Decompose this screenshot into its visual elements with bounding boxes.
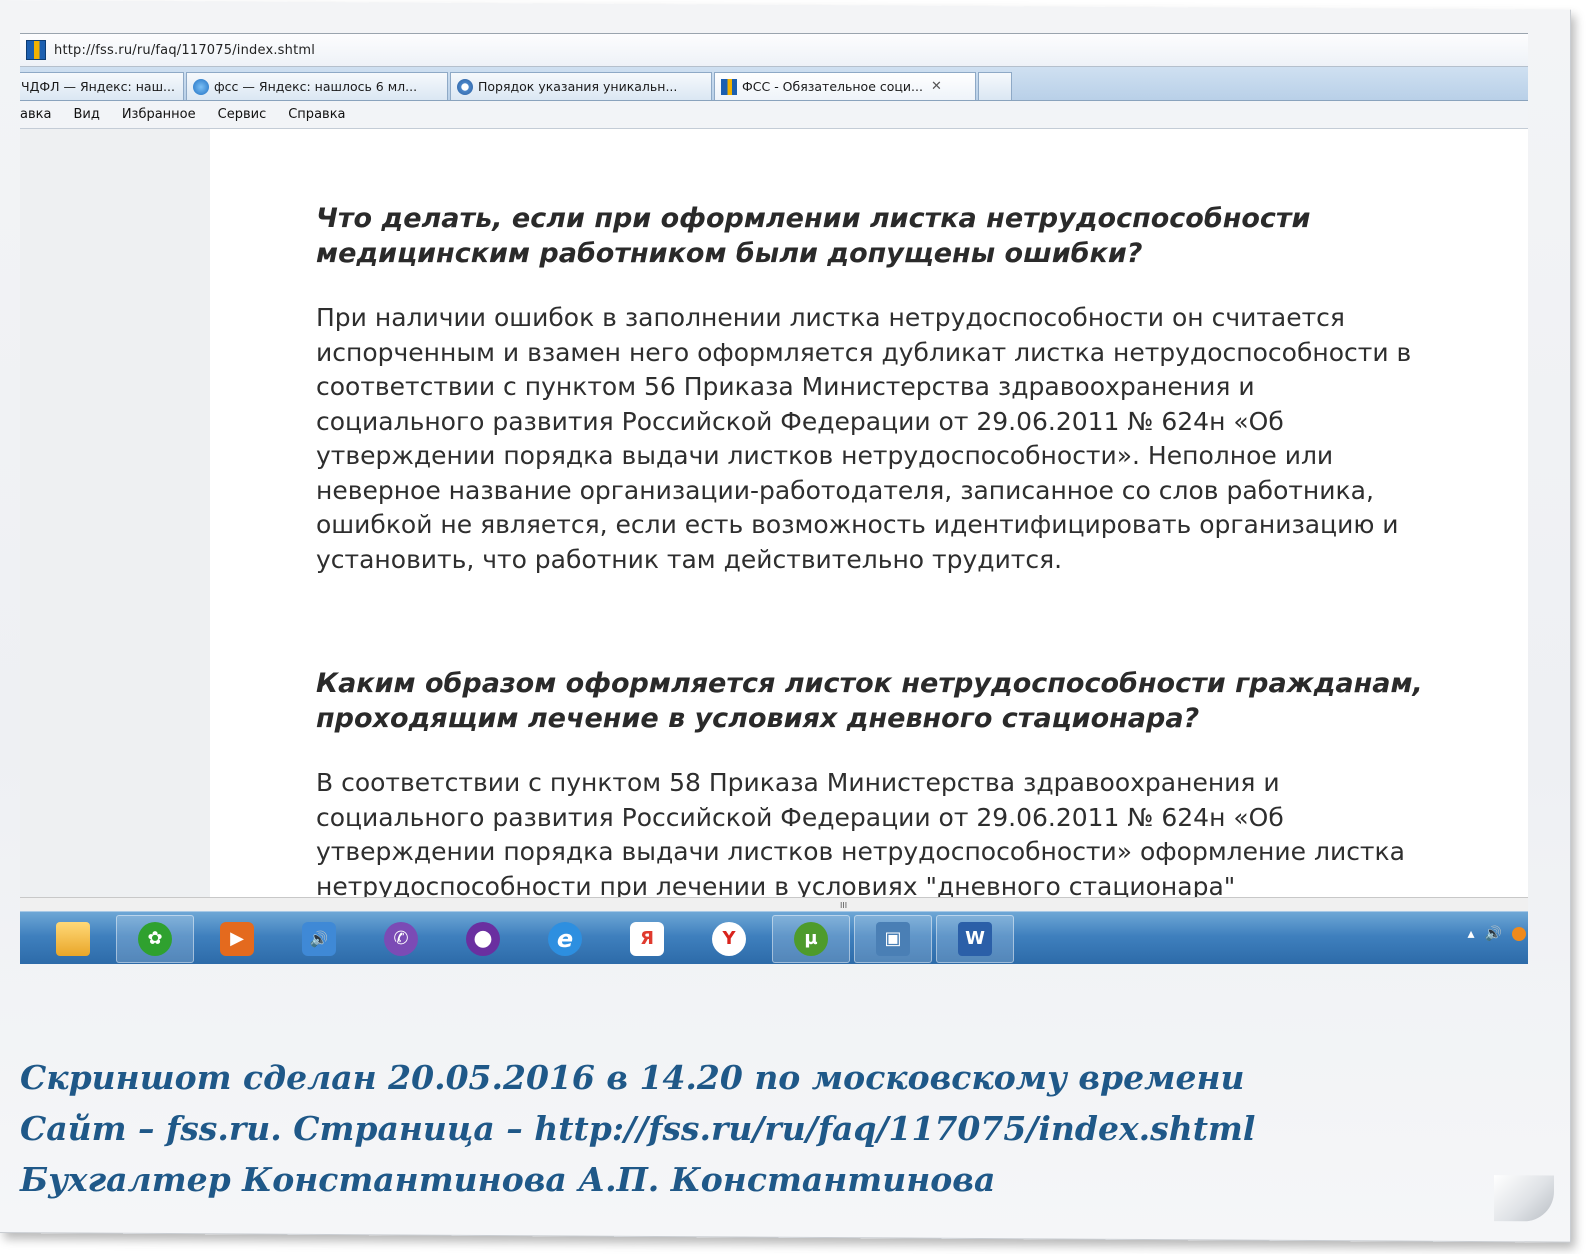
caption-line-site: Сайт – fss.ru. Страница – http://fss.ru/…: [20, 1109, 1256, 1148]
menu-bar: авка Вид Избранное Сервис Справка: [20, 101, 1528, 129]
answer-line: В соответствии с пунктом 58 Приказа Мини…: [316, 768, 1280, 797]
fss-icon: [721, 78, 737, 95]
faq-answer-2: В соответствии с пунктом 58 Приказа Мини…: [316, 766, 1456, 897]
tab-unique-number[interactable]: Порядок указания уникальн...: [450, 72, 712, 100]
site-favicon-icon: [26, 40, 46, 60]
tab-strip: ЧДФЛ — Яндекс: наш... фсс — Яндекс: нашл…: [20, 67, 1528, 101]
answer-line: социального развития Российской Федераци…: [316, 406, 1284, 436]
answer-line: утверждении порядка выдачи листков нетру…: [316, 837, 1405, 866]
taskbar-yandex-browser-button[interactable]: Y: [690, 915, 768, 963]
word-icon: W: [958, 921, 992, 956]
yandex-browser-icon: Y: [712, 921, 746, 956]
media-player-icon: ▶: [220, 921, 254, 956]
network-icon: ▣: [876, 921, 910, 956]
new-tab-button[interactable]: [978, 72, 1012, 100]
tab-label: ЧДФЛ — Яндекс: наш...: [21, 79, 175, 94]
internet-explorer-icon: e: [548, 921, 582, 956]
tab-label: Порядок указания уникальн...: [478, 79, 678, 94]
volume-icon[interactable]: 🔊: [1485, 926, 1502, 942]
viber-icon: ✆: [384, 921, 418, 956]
taskbar-tor-button[interactable]: ●: [444, 915, 522, 963]
taskbar-media-button[interactable]: ▶: [198, 915, 276, 963]
tab-label: ФСС - Обязательное соци...: [742, 79, 923, 94]
taskbar-viber-button[interactable]: ✆: [362, 915, 440, 963]
left-panel: [20, 129, 210, 897]
answer-line: установить, что работник там действитель…: [316, 544, 1063, 574]
taskbar-ie-button[interactable]: e: [526, 915, 604, 963]
caption-line-signature: Бухгалтер Константинова А.П. Константино…: [20, 1160, 996, 1199]
speaker-icon: 🔊: [302, 921, 336, 956]
menu-item-help[interactable]: Справка: [288, 107, 345, 122]
taskbar-utorrent-button[interactable]: µ: [772, 914, 850, 963]
question-line: медицинским работником были допущены оши…: [316, 238, 1143, 269]
taskbar-sound-button[interactable]: 🔊: [280, 915, 358, 963]
scrollbar-grip[interactable]: III: [840, 901, 847, 910]
answer-line: нетрудоспособности при лечении в условия…: [316, 871, 1236, 898]
windows-taskbar: ✿ ▶ 🔊 ✆ ● e Я Y µ ▣ W ▴ 🔊: [20, 911, 1528, 964]
page-curl: [1494, 1175, 1554, 1222]
answer-line: ошибкой не является, если есть возможнос…: [316, 510, 1399, 539]
tab-ndfl-yandex[interactable]: ЧДФЛ — Яндекс: наш...: [20, 72, 184, 100]
taskbar-network-button[interactable]: ▣: [854, 914, 932, 963]
tab-fss-yandex[interactable]: фсс — Яндекс: нашлось 6 мл...: [186, 72, 448, 100]
icq-icon: ✿: [138, 921, 172, 956]
faq-question-1: Что делать, если при оформлении листка н…: [316, 201, 1456, 271]
answer-line: неверное название организации-работодате…: [316, 475, 1374, 505]
close-tab-icon[interactable]: ✕: [931, 79, 942, 94]
taskbar-icq-button[interactable]: ✿: [116, 914, 194, 963]
system-tray: ▴ 🔊: [1458, 926, 1528, 942]
taskbar-explorer-button[interactable]: [34, 915, 112, 963]
address-url[interactable]: http://fss.ru/ru/faq/117075/index.shtml: [54, 43, 315, 58]
menu-item-tools[interactable]: Сервис: [218, 107, 267, 122]
menu-item-edit[interactable]: авка: [20, 107, 51, 122]
show-hidden-icons-icon[interactable]: ▴: [1468, 926, 1475, 942]
tab-fss-active[interactable]: ФСС - Обязательное соци... ✕: [714, 72, 976, 100]
globe-icon: [457, 78, 473, 95]
answer-line: утверждении порядка выдачи листков нетру…: [316, 441, 1334, 470]
address-bar[interactable]: http://fss.ru/ru/faq/117075/index.shtml: [20, 34, 1528, 67]
taskbar-word-button[interactable]: W: [936, 914, 1014, 963]
tray-app-icon[interactable]: [1512, 927, 1526, 941]
tab-label: фсс — Яндекс: нашлось 6 мл...: [214, 79, 418, 94]
menu-item-view[interactable]: Вид: [73, 107, 99, 122]
faq-answer-1: При наличии ошибок в заполнении листка н…: [316, 301, 1456, 577]
screenshot-caption: Скриншот сделан 20.05.2016 в 14.20 по мо…: [20, 1052, 1255, 1205]
folder-icon: [56, 921, 90, 956]
question-line: Что делать, если при оформлении листка н…: [316, 203, 1311, 234]
answer-line: При наличии ошибок в заполнении листка н…: [316, 303, 1345, 332]
question-line: Каким образом оформляется листок нетрудо…: [316, 668, 1423, 699]
menu-item-favorites[interactable]: Избранное: [122, 107, 196, 122]
yandex-icon: Я: [630, 921, 664, 956]
answer-line: испорченным и взамен него оформляется ду…: [316, 337, 1412, 367]
ie-icon: [193, 78, 209, 95]
answer-line: соответствии с пунктом 56 Приказа Минист…: [316, 372, 1255, 401]
question-line: проходящим лечение в условиях дневного с…: [316, 703, 1200, 734]
answer-line: социального развития Российской Федераци…: [316, 802, 1284, 832]
taskbar-yandex-button[interactable]: Я: [608, 915, 686, 963]
page-content: Что делать, если при оформлении листка н…: [20, 129, 1528, 897]
utorrent-icon: µ: [794, 921, 828, 956]
faq-question-2: Каким образом оформляется листок нетрудо…: [316, 666, 1456, 736]
faq-article: Что делать, если при оформлении листка н…: [316, 201, 1456, 897]
horizontal-scrollbar[interactable]: III: [20, 897, 1528, 912]
tor-icon: ●: [466, 921, 500, 956]
caption-line-date: Скриншот сделан 20.05.2016 в 14.20 по мо…: [20, 1058, 1245, 1097]
browser-screenshot: http://fss.ru/ru/faq/117075/index.shtml …: [20, 33, 1528, 964]
